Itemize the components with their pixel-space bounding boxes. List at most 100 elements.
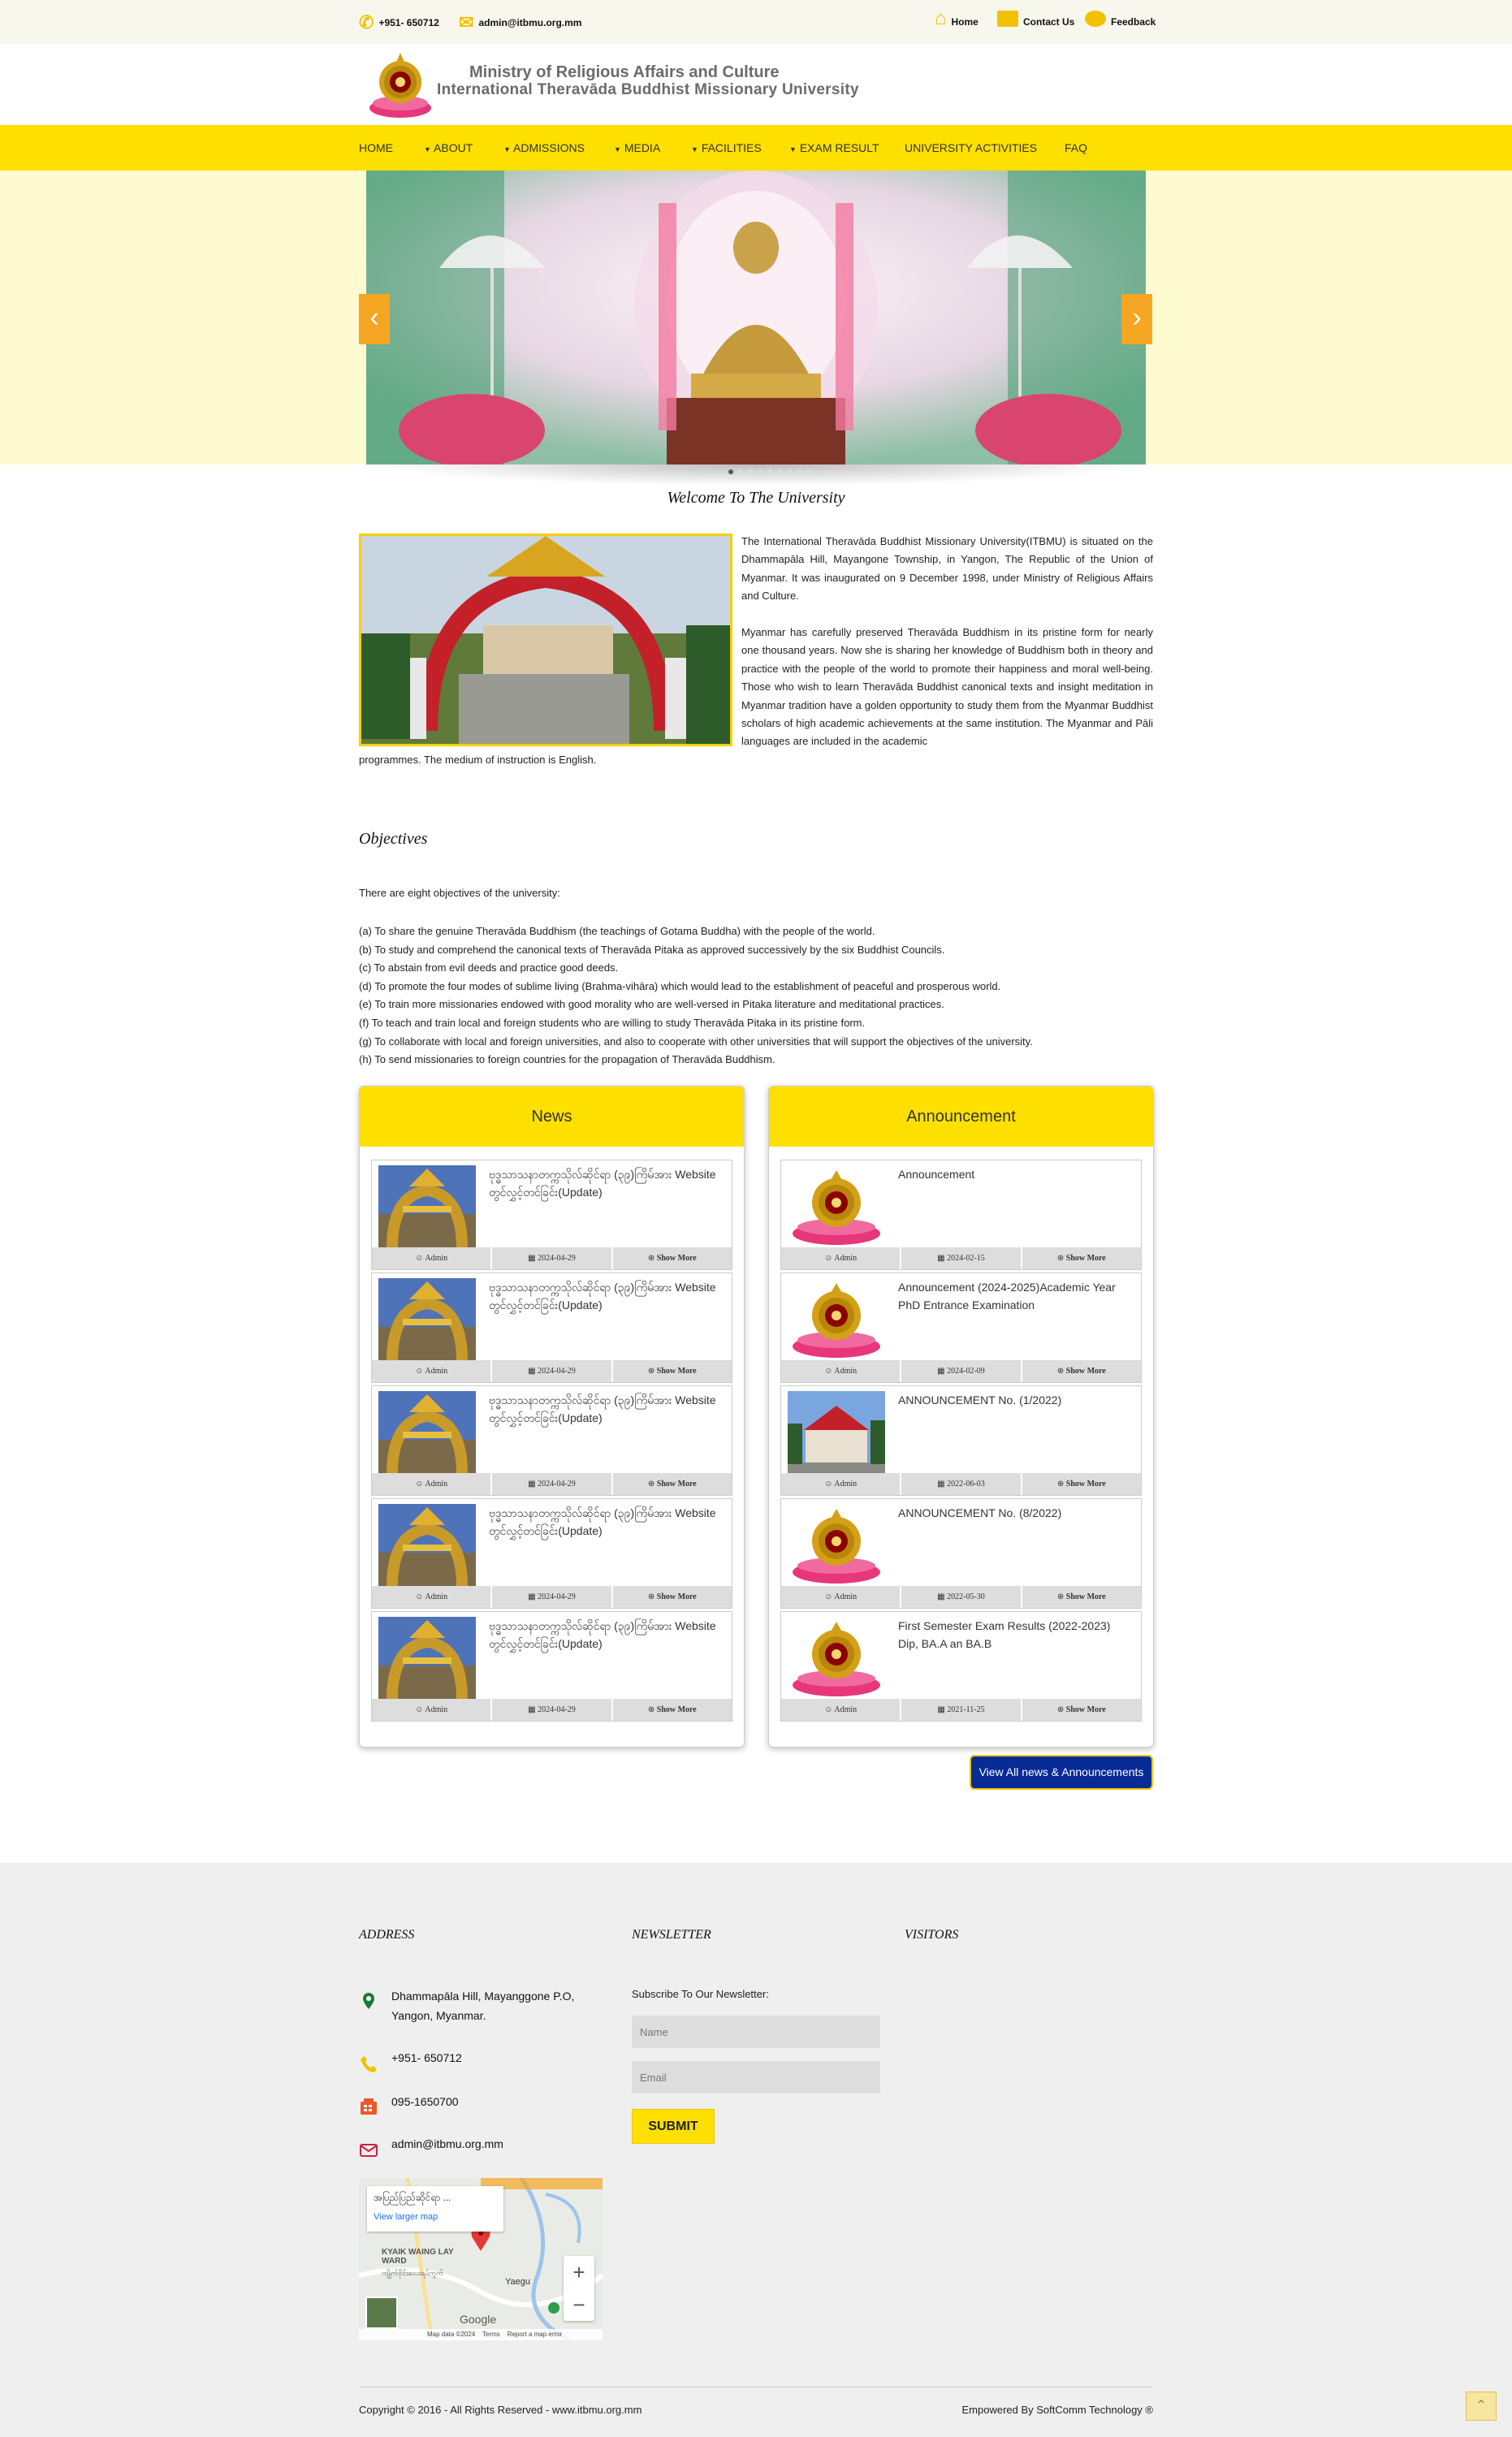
nav-home[interactable]: HOME bbox=[359, 141, 393, 154]
nav-exam-result[interactable]: ▼ EXAM RESULT bbox=[789, 141, 879, 154]
announcement-card[interactable]: First Semester Exam Results (2022-2023) … bbox=[780, 1611, 1142, 1722]
announcement-thumbnail[interactable] bbox=[788, 1391, 885, 1474]
slider-dot[interactable] bbox=[767, 469, 772, 474]
view-larger-map-link[interactable]: View larger map bbox=[374, 2212, 497, 2222]
news-thumbnail[interactable] bbox=[378, 1504, 476, 1587]
nav-about[interactable]: ▼ ABOUT bbox=[424, 141, 473, 154]
slider-dot[interactable] bbox=[758, 469, 762, 474]
news-card[interactable]: ဗုဒ္ဓသာသနာတက္ကသိုလ်ဆိုင်ရာ (၃၉)ကြိမ်အား … bbox=[371, 1273, 732, 1383]
nav-university-activities[interactable]: UNIVERSITY ACTIVITIES bbox=[905, 141, 1037, 154]
slider-next-button[interactable]: › bbox=[1121, 294, 1152, 344]
news-meta: ☺ Admin ▦ 2024-04-29 ⊕ Show More bbox=[372, 1473, 732, 1495]
embedded-google-map[interactable]: အပြည်ပြည်ဆိုင်ရာ ... View larger map KYA… bbox=[359, 2178, 603, 2340]
slider-dot[interactable] bbox=[777, 469, 782, 474]
announcement-title[interactable]: First Semester Exam Results (2022-2023) … bbox=[898, 1617, 1134, 1653]
announcement-title[interactable]: ANNOUNCEMENT No. (1/2022) bbox=[898, 1391, 1134, 1409]
announcement-card[interactable]: Announcement (2024-2025)Academic Year Ph… bbox=[780, 1273, 1142, 1383]
news-meta: ☺ Admin ▦ 2024-04-29 ⊕ Show More bbox=[372, 1360, 732, 1382]
show-more-button[interactable]: ⊕ Show More bbox=[612, 1360, 732, 1382]
show-more-button[interactable]: ⊕ Show More bbox=[1022, 1473, 1141, 1495]
newsletter-name-input[interactable] bbox=[632, 2016, 880, 2048]
news-card[interactable]: ဗုဒ္ဓသာသနာတက္ကသိုလ်ဆိုင်ရာ (၃၉)ကြိမ်အား … bbox=[371, 1611, 732, 1722]
objective-item: (c) To abstain from evil deeds and pract… bbox=[359, 961, 619, 974]
topbar-contact-link[interactable]: Contact Us bbox=[997, 10, 1074, 28]
slider-dot[interactable] bbox=[787, 469, 792, 474]
slider-dot[interactable] bbox=[797, 469, 801, 474]
announcement-card[interactable]: Announcement ☺ Admin ▦ 2024-02-15 ⊕ Show Mo… bbox=[780, 1160, 1142, 1270]
show-more-button[interactable]: ⊕ Show More bbox=[612, 1699, 732, 1721]
footer-phone[interactable]: +951- 650712 bbox=[391, 2048, 462, 2068]
show-more-button[interactable]: ⊕ Show More bbox=[1022, 1586, 1141, 1608]
show-more-button[interactable]: ⊕ Show More bbox=[612, 1247, 732, 1269]
slider-dot[interactable] bbox=[728, 469, 733, 474]
slider-dot[interactable] bbox=[738, 469, 743, 474]
news-title[interactable]: ဗုဒ္ဓသာသနာတက္ကသိုလ်ဆိုင်ရာ (၃၉)ကြိမ်အား … bbox=[489, 1504, 724, 1540]
news-thumbnail[interactable] bbox=[378, 1391, 476, 1474]
caret-down-icon: ▼ bbox=[424, 145, 431, 153]
show-more-button[interactable]: ⊕ Show More bbox=[612, 1473, 732, 1495]
calendar-icon: ▦ bbox=[528, 1254, 536, 1263]
announcement-title[interactable]: Announcement (2024-2025)Academic Year Ph… bbox=[898, 1278, 1134, 1314]
footer-email[interactable]: admin@itbmu.org.mm bbox=[391, 2134, 503, 2154]
objective-item: (b) To study and comprehend the canonica… bbox=[359, 943, 945, 956]
user-icon: ☺ bbox=[415, 1592, 424, 1601]
user-icon: ☺ bbox=[824, 1367, 833, 1376]
news-title[interactable]: ဗုဒ္ဓသာသနာတက္ကသိုလ်ဆိုင်ရာ (၃၉)ကြိမ်အား … bbox=[489, 1165, 724, 1201]
news-card[interactable]: ဗုဒ္ဓသာသနာတက္ကသိုလ်ဆိုင်ရာ (၃၉)ကြိမ်အား … bbox=[371, 1498, 732, 1609]
news-thumbnail[interactable] bbox=[378, 1617, 476, 1700]
view-all-news-button[interactable]: View All news & Announcements bbox=[970, 1755, 1153, 1790]
zoom-out-button[interactable]: − bbox=[564, 2288, 594, 2321]
announcement-card[interactable]: ANNOUNCEMENT No. (1/2022) ☺ Admin ▦ 2022-0… bbox=[780, 1385, 1142, 1496]
topbar-home-link[interactable]: ⌂ Home bbox=[935, 9, 978, 28]
topbar-feedback-link[interactable]: Feedback bbox=[1085, 10, 1156, 28]
nav-faq[interactable]: FAQ bbox=[1065, 141, 1087, 154]
show-more-button[interactable]: ⊕ Show More bbox=[1022, 1247, 1141, 1269]
news-thumbnail[interactable] bbox=[378, 1165, 476, 1248]
map-terms-link[interactable]: Terms bbox=[482, 2331, 500, 2338]
news-panel: News ဗုဒ္ဓသာသနာတက္ကသိုလ်ဆိုင်ရာ (၃၉)ကြိမ… bbox=[359, 1086, 745, 1748]
newsletter-submit-button[interactable]: SUBMIT bbox=[632, 2109, 715, 2144]
newsletter-email-input[interactable] bbox=[632, 2061, 880, 2093]
announcement-title[interactable]: ANNOUNCEMENT No. (8/2022) bbox=[898, 1504, 1134, 1522]
show-more-button[interactable]: ⊕ Show More bbox=[1022, 1699, 1141, 1721]
plus-circle-icon: ⊕ bbox=[647, 1254, 655, 1263]
news-title[interactable]: ဗုဒ္ဓသာသနာတက္ကသိုလ်ဆိုင်ရာ (၃၉)ကြိမ်အား … bbox=[489, 1278, 724, 1314]
calendar-icon: ▦ bbox=[528, 1592, 536, 1601]
announcement-panel: Announcement Announcement ☺ Admin ▦ 2024-0… bbox=[768, 1086, 1154, 1748]
announcement-title[interactable]: Announcement bbox=[898, 1165, 1134, 1183]
slider-dot[interactable] bbox=[748, 469, 753, 474]
topbar-email[interactable]: ✉ admin@itbmu.org.mm bbox=[459, 14, 581, 32]
news-card[interactable]: ဗုဒ္ဓသာသနာတက္ကသိုလ်ဆိုင်ရာ (၃၉)ကြိမ်အား … bbox=[371, 1160, 732, 1270]
powered-by-text: Empowered By SoftComm Technology ® bbox=[961, 2404, 1154, 2416]
show-more-button[interactable]: ⊕ Show More bbox=[1022, 1360, 1141, 1382]
nav-media[interactable]: ▼ MEDIA bbox=[614, 141, 660, 154]
google-logo: Google bbox=[460, 2313, 497, 2326]
zoom-in-button[interactable]: + bbox=[564, 2256, 594, 2288]
announcement-card[interactable]: ANNOUNCEMENT No. (8/2022) ☺ Admin ▦ 2022-0… bbox=[780, 1498, 1142, 1609]
show-more-button[interactable]: ⊕ Show More bbox=[612, 1586, 732, 1608]
copyright-text: Copyright © 2016 - All Rights Reserved -… bbox=[359, 2404, 642, 2416]
news-thumbnail[interactable] bbox=[378, 1278, 476, 1361]
map-satellite-toggle[interactable] bbox=[365, 2297, 398, 2329]
slider-prev-button[interactable]: ‹ bbox=[359, 294, 390, 344]
scroll-to-top-button[interactable]: ⌃ bbox=[1466, 2392, 1497, 2421]
announcement-thumbnail[interactable] bbox=[788, 1617, 885, 1700]
news-title[interactable]: ဗုဒ္ဓသာသနာတက္ကသိုလ်ဆိုင်ရာ (၃၉)ကြိမ်အား … bbox=[489, 1391, 724, 1427]
university-emblem-logo[interactable] bbox=[367, 51, 434, 121]
announcement-thumbnail[interactable] bbox=[788, 1278, 885, 1361]
announcement-thumbnail[interactable] bbox=[788, 1165, 885, 1248]
map-report-link[interactable]: Report a map error bbox=[508, 2331, 563, 2338]
author-meta: ☺ Admin bbox=[372, 1473, 493, 1495]
announcement-thumbnail[interactable] bbox=[788, 1504, 885, 1587]
topbar-phone[interactable]: ✆ +951- 650712 bbox=[359, 14, 439, 32]
nav-facilities[interactable]: ▼ FACILITIES bbox=[691, 141, 762, 154]
caret-down-icon: ▼ bbox=[691, 145, 698, 153]
news-card[interactable]: ဗုဒ္ဓသာသနာတက္ကသိုလ်ဆိုင်ရာ (၃၉)ကြိမ်အား … bbox=[371, 1385, 732, 1496]
calendar-icon: ▦ bbox=[528, 1480, 536, 1489]
plus-circle-icon: ⊕ bbox=[1056, 1705, 1065, 1714]
objectives-heading: Objectives bbox=[359, 830, 428, 848]
map-zoom-controls: + − bbox=[564, 2256, 594, 2321]
news-title[interactable]: ဗုဒ္ဓသာသနာတက္ကသိုလ်ဆိုင်ရာ (၃၉)ကြိမ်အား … bbox=[489, 1617, 724, 1653]
slider-dot[interactable] bbox=[806, 469, 811, 474]
nav-admissions[interactable]: ▼ ADMISSIONS bbox=[503, 141, 585, 154]
